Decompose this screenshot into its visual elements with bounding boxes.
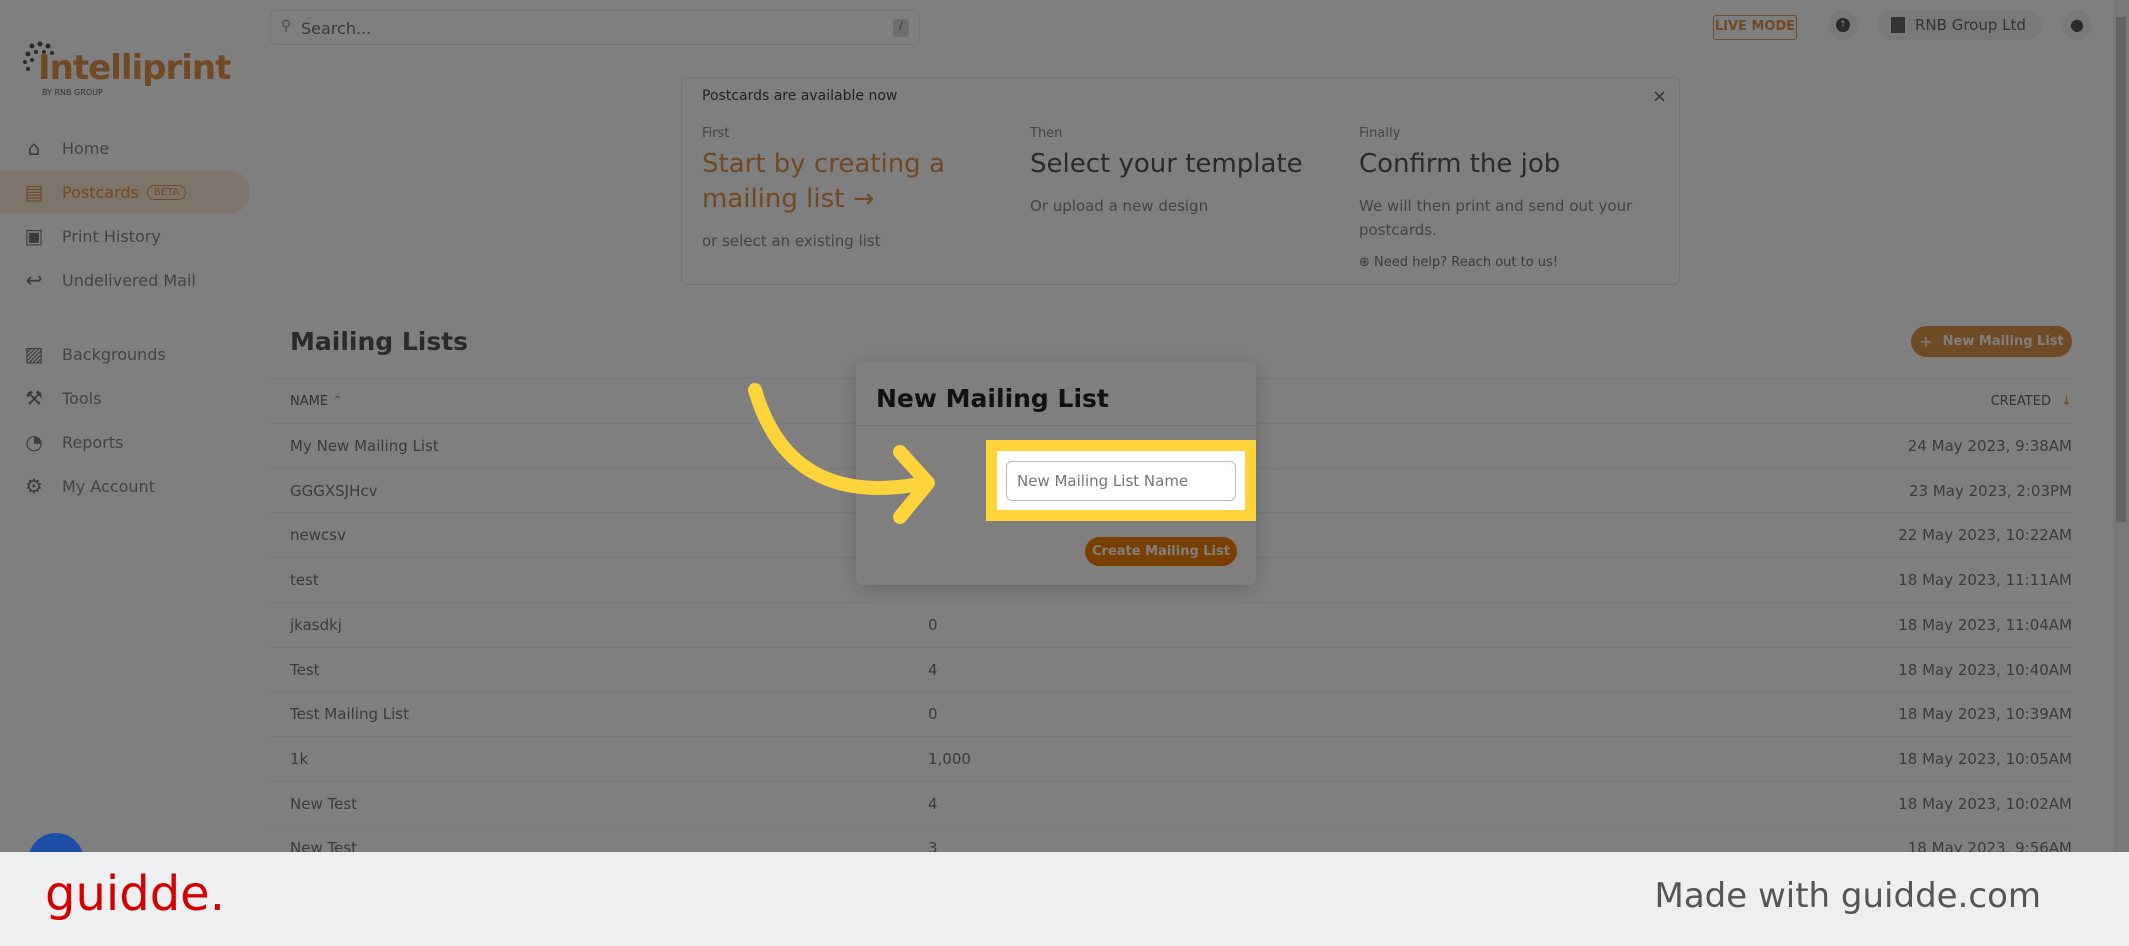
pointer-arrow-icon (748, 383, 935, 524)
guidde-credit: Made with guidde.com (1654, 876, 2041, 916)
guidde-footer: guidde. Made with guidde.com (0, 852, 2129, 946)
guidde-logo: guidde. (45, 866, 225, 922)
highlight-box (986, 440, 1256, 521)
dim-overlay (0, 0, 2129, 852)
mailing-list-name-input[interactable] (1006, 461, 1236, 501)
